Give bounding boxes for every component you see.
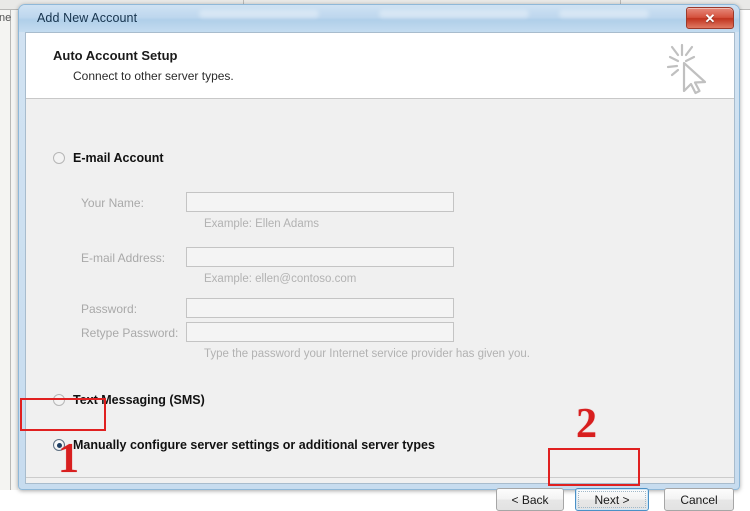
hint-retype-password: Type the password your Internet service …	[204, 348, 531, 360]
window-title: Add New Account	[37, 11, 138, 25]
cursor-sparkle-icon	[666, 43, 707, 95]
label-retype-password: Retype Password:	[81, 326, 179, 340]
title-bar-gloss	[199, 10, 319, 18]
radio-icon-text-messaging	[53, 394, 65, 406]
title-bar[interactable]: Add New Account ✕	[19, 5, 739, 32]
background-left-panel	[0, 10, 18, 490]
radio-email-account[interactable]: E-mail Account	[53, 151, 164, 165]
screen: ne Add New Account ✕ Auto Account Setup …	[0, 0, 750, 511]
add-new-account-dialog: Add New Account ✕ Auto Account Setup Con…	[18, 4, 740, 511]
label-your-name: Your Name:	[81, 196, 144, 210]
input-password[interactable]	[186, 298, 454, 318]
radio-label-email-account: E-mail Account	[73, 151, 164, 165]
title-bar-gloss-3	[559, 10, 649, 18]
input-email-address[interactable]	[186, 247, 454, 267]
header-panel: Auto Account Setup Connect to other serv…	[26, 33, 734, 99]
page-title: Auto Account Setup	[53, 48, 178, 63]
close-button[interactable]: ✕	[686, 7, 734, 29]
radio-icon-email-account	[53, 152, 65, 164]
label-email-address: E-mail Address:	[81, 251, 166, 265]
close-icon: ✕	[704, 10, 716, 26]
radio-label-manual-config: Manually configure server settings or ad…	[73, 438, 435, 452]
dialog-sheet: Auto Account Setup Connect to other serv…	[25, 32, 735, 511]
label-password: Password:	[81, 302, 138, 316]
input-retype-password[interactable]	[186, 322, 454, 342]
hint-email-address: Example: ellen@contoso.com	[204, 273, 357, 285]
form-body: E-mail Account Your Name: Example: Ellen…	[26, 99, 734, 511]
title-bar-gloss-2	[379, 10, 529, 18]
radio-icon-manual-config	[53, 439, 65, 451]
hint-your-name: Example: Ellen Adams	[204, 218, 320, 230]
input-your-name[interactable]	[186, 192, 454, 212]
background-left-edge	[10, 10, 11, 490]
radio-label-text-messaging: Text Messaging (SMS)	[73, 393, 205, 407]
background-partial-text: ne	[0, 12, 12, 24]
radio-text-messaging[interactable]: Text Messaging (SMS)	[53, 393, 205, 407]
footer-separator	[26, 477, 734, 478]
page-subtitle: Connect to other server types.	[73, 69, 234, 83]
radio-manual-config[interactable]: Manually configure server settings or ad…	[53, 438, 435, 452]
